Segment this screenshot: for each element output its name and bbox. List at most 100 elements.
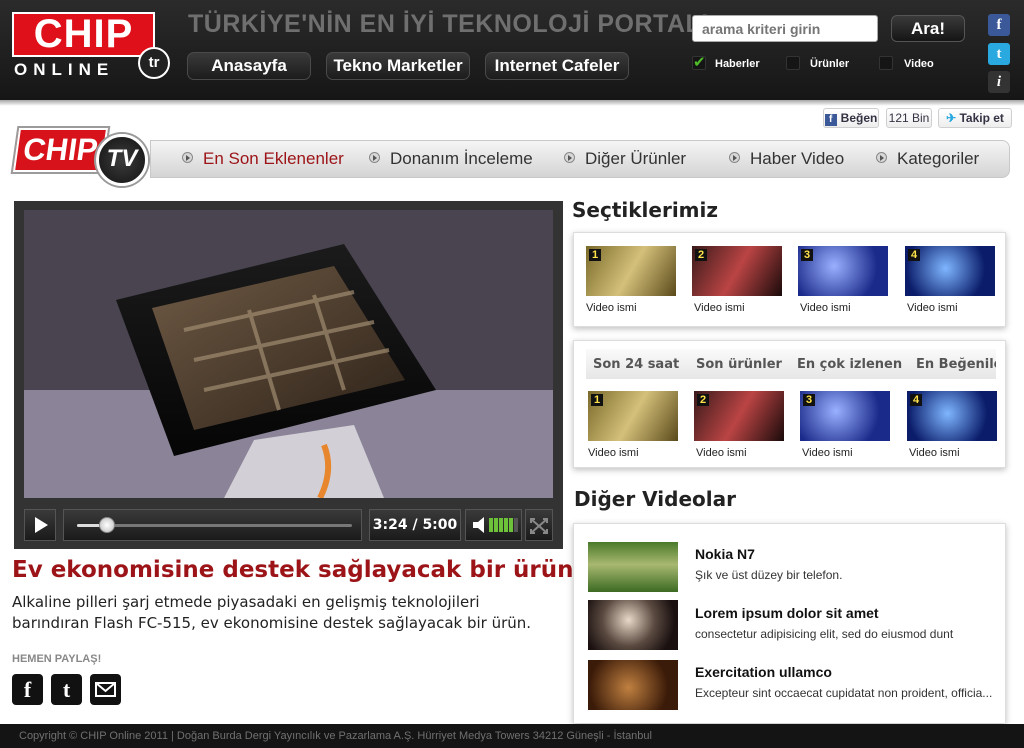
facebook-icon: f [824,114,837,126]
pick-caption[interactable]: Video ismi [694,302,745,314]
video-frame[interactable] [24,210,553,498]
nav-anasayfa[interactable]: Anasayfa [187,52,311,80]
tv-nav-label: Kategoriler [897,149,980,168]
tv-nav-donanim-inceleme[interactable]: Donanım İnceleme [369,149,533,169]
tab-thumbnail-3[interactable]: 3 [800,391,890,441]
play-icon [35,517,48,533]
pick-caption[interactable]: Video ismi [586,302,637,314]
video-title: Ev ekonomisine destek sağlayacak bir ürü… [12,557,583,583]
follow-label: Takip et [959,111,1004,125]
play-button[interactable] [24,509,56,541]
tab-caption[interactable]: Video ismi [802,447,853,459]
other-video-title[interactable]: Lorem ipsum dolor sit amet [695,605,879,621]
facebook-like-button[interactable]: f Beğen [823,108,879,128]
volume-bar [499,518,503,532]
tab-thumbnail-4[interactable]: 4 [907,391,997,441]
thumb-number: 3 [801,249,814,261]
tv-nav-label: En Son Eklenenler [203,149,344,168]
other-video-title[interactable]: Exercitation ullamco [695,664,832,680]
tab-caption[interactable]: Video ismi [588,447,639,459]
other-video-thumbnail-1[interactable] [588,542,678,592]
info-icon[interactable]: i [988,71,1010,93]
logo-badge: tr [138,47,170,79]
filter-video-checkbox[interactable] [879,56,893,70]
seek-bar[interactable] [63,509,362,541]
filter-urunler-label: Ürünler [810,58,850,70]
tab-thumbnail-2[interactable]: 2 [694,391,784,441]
thumb-number: 4 [908,249,921,261]
filter-haberler-label: Haberler [715,58,760,70]
other-video-thumbnail-2[interactable] [588,600,678,650]
pick-thumbnail-3[interactable]: 3 [798,246,888,296]
share-label: HEMEN PAYLAŞ! [12,653,102,665]
tv-nav-diger-urunler[interactable]: Diğer Ürünler [564,149,686,169]
tab-en-cok-izlenen[interactable]: En çok izlenen [797,357,902,372]
thumb-number: 2 [695,249,708,261]
volume-control[interactable] [465,509,522,541]
pick-caption[interactable]: Video ismi [907,302,958,314]
volume-bar [509,518,513,532]
volume-bar [494,518,498,532]
bullet-arrow-icon [876,152,887,163]
thumb-number: 3 [803,394,816,406]
other-video-desc: Şık ve üst düzey bir telefon. [695,568,843,582]
tab-son-24-saat[interactable]: Son 24 saat [593,357,679,372]
tv-nav-haber-video[interactable]: Haber Video [729,149,844,169]
page-footer: Copyright © CHIP Online 2011 | Doğan Bur… [0,724,1024,748]
filter-video-label: Video [904,58,934,70]
other-video-title[interactable]: Nokia N7 [695,546,755,562]
pick-thumbnail-1[interactable]: 1 [586,246,676,296]
tab-caption[interactable]: Video ismi [696,447,747,459]
thumb-number: 1 [591,394,604,406]
facebook-icon[interactable]: f [988,14,1010,36]
twitter-icon[interactable]: t [988,43,1010,65]
share-twitter-icon[interactable]: t [51,674,82,705]
video-description: Alkaline pilleri şarj etmede piyasadaki … [12,593,532,632]
other-video-desc: consectetur adipisicing elit, sed do eiu… [695,627,954,641]
nav-internet-cafeler[interactable]: Internet Cafeler [485,52,629,80]
tv-logo-badge: TV [96,134,148,186]
other-video-desc: Excepteur sint occaecat cupidatat non pr… [695,686,993,700]
nav-tekno-marketler[interactable]: Tekno Marketler [326,52,470,80]
twitter-follow-button[interactable]: ✈ Takip et [938,108,1012,128]
chip-tv-logo[interactable]: CHIP [12,128,109,172]
tv-nav-kategoriler[interactable]: Kategoriler [876,149,979,169]
tab-caption[interactable]: Video ismi [909,447,960,459]
time-separator: / [412,517,418,533]
filter-urunler-checkbox[interactable] [786,56,800,70]
tv-nav-label: Diğer Ürünler [585,149,687,168]
seek-track [77,524,352,527]
tab-en-begenilen[interactable]: En Beğenile [916,357,996,372]
other-videos-heading: Diğer Videolar [574,487,736,511]
share-facebook-icon[interactable]: f [12,674,43,705]
seek-handle[interactable] [99,517,116,533]
thumb-number: 2 [697,394,710,406]
pick-caption[interactable]: Video ismi [800,302,851,314]
search-button[interactable]: Ara! [891,15,965,42]
tab-strip: Son 24 saat Son ürünler En çok izlenen E… [586,349,996,379]
volume-bar [504,518,508,532]
time-display: 3:24 / 5:00 [369,509,461,541]
tab-son-urunler[interactable]: Son ürünler [696,357,782,372]
current-time: 3:24 [372,517,408,533]
volume-bar [489,518,493,532]
tablet-video-image [24,210,553,498]
search-input[interactable] [692,15,878,42]
pick-thumbnail-4[interactable]: 4 [905,246,995,296]
logo-subtitle: ONLINE [14,60,115,79]
chip-logo[interactable]: CHIP [12,12,155,57]
tv-nav-en-son-eklenenler[interactable]: En Son Eklenenler [182,149,344,169]
tv-nav-label: Haber Video [750,149,845,168]
pick-thumbnail-2[interactable]: 2 [692,246,782,296]
other-video-thumbnail-3[interactable] [588,660,678,710]
tab-thumbnail-1[interactable]: 1 [588,391,678,441]
duration: 5:00 [422,517,458,533]
bullet-arrow-icon [369,152,380,163]
thumb-number: 4 [910,394,923,406]
twitter-bird-icon: ✈ [946,111,960,125]
fullscreen-button[interactable] [525,509,553,541]
filter-haberler-checkbox[interactable] [692,53,706,71]
like-count: 121 Bin [886,108,932,128]
share-email-icon[interactable] [90,674,121,705]
site-tagline: TÜRKİYE'NİN EN İYİ TEKNOLOJİ PORTALI [188,10,709,38]
